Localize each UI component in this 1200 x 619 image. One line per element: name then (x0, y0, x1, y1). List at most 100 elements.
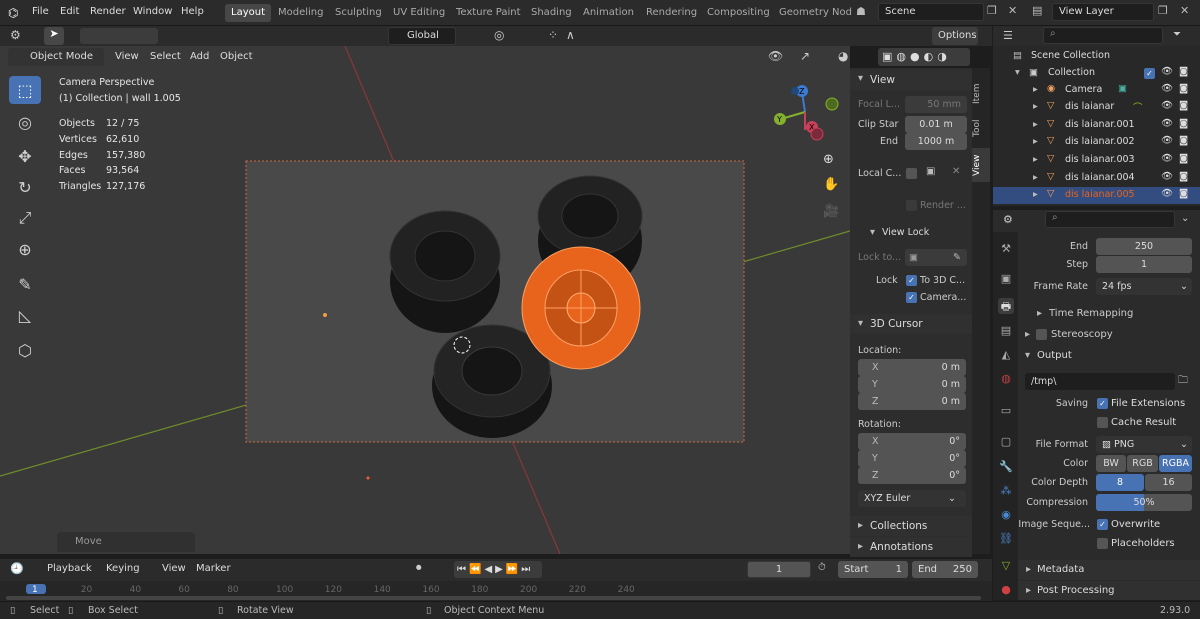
data-properties-icon[interactable]: ▽ (998, 559, 1014, 575)
gizmo-toggle-icon[interactable]: ↗ (800, 49, 810, 63)
stereoscopy-checkbox[interactable] (1036, 329, 1047, 340)
collection-properties-icon[interactable]: ▭ (998, 404, 1014, 420)
tab-layout[interactable]: Layout (225, 4, 271, 22)
color-depth-16-button[interactable]: 16 (1145, 474, 1192, 491)
output-header[interactable]: Output (1037, 350, 1072, 361)
render-camera-icon[interactable]: ◙ (1179, 118, 1188, 129)
menu-render[interactable]: Render (90, 6, 126, 17)
cursor-location-x[interactable]: X 0 m (858, 359, 966, 376)
menu-select[interactable]: Select (150, 51, 181, 62)
view-layer-selector[interactable]: View Layer (1052, 3, 1154, 21)
collapse-chevron-icon[interactable]: ▾ (1015, 67, 1020, 78)
visibility-icon[interactable]: 👁 (768, 49, 783, 63)
eye-icon[interactable]: 👁 (1161, 66, 1173, 77)
stopwatch-icon[interactable]: ⏱ (818, 562, 826, 573)
tab-uv-editing[interactable]: UV Editing (387, 4, 451, 22)
color-rgba-button[interactable]: RGBA (1159, 455, 1192, 472)
world-properties-icon[interactable]: ◍ (998, 372, 1014, 388)
render-camera-icon[interactable]: ◙ (1179, 188, 1188, 199)
snap-icon[interactable]: ⁘ (548, 28, 558, 42)
view-lock-header[interactable]: View Lock (882, 227, 929, 238)
cache-result-checkbox[interactable] (1097, 417, 1108, 428)
clip-start-field[interactable]: 0.01 m (905, 116, 967, 133)
render-camera-icon[interactable]: ◙ (1179, 100, 1188, 111)
render-camera-icon[interactable]: ◙ (1179, 135, 1188, 146)
eye-icon[interactable]: 👁 (1161, 135, 1173, 146)
metadata-section[interactable]: ▸ Metadata (1018, 560, 1200, 580)
cursor-location-z[interactable]: Z 0 m (858, 393, 966, 410)
menu-playback[interactable]: Playback (47, 563, 92, 574)
tab-item[interactable]: Item (972, 76, 990, 112)
filter-icon[interactable]: ⏷ (1173, 29, 1181, 40)
menu-object[interactable]: Object (220, 51, 253, 62)
cursor-tool-icon[interactable]: ◎ (9, 108, 41, 136)
expand-chevron-icon[interactable]: ▸ (1033, 172, 1038, 183)
menu-window[interactable]: Window (133, 6, 172, 17)
menu-help[interactable]: Help (181, 6, 204, 17)
output-path-input[interactable]: /tmp\ (1025, 373, 1175, 390)
3d-cursor-section-header[interactable]: 3D Cursor (850, 314, 972, 334)
scene-properties-icon[interactable]: ◭ (998, 348, 1014, 364)
collections-section-header[interactable]: Collections (850, 516, 972, 536)
expand-chevron-icon[interactable]: ▸ (1033, 119, 1038, 130)
color-rgb-button[interactable]: RGB (1127, 455, 1158, 472)
menu-keying[interactable]: Keying (106, 563, 140, 574)
scale-tool-icon[interactable]: ⤢ (9, 204, 41, 232)
view-layer-icon[interactable]: ▤ (1032, 4, 1042, 17)
rotation-mode-dropdown[interactable]: XYZ Euler ⌄ (858, 490, 966, 507)
outliner-item[interactable]: ▸ ▽ dis laianar.004 👁 ◙ (993, 170, 1200, 187)
color-bw-button[interactable]: BW (1096, 455, 1126, 472)
tool-properties-icon[interactable]: ⚒ (998, 242, 1014, 258)
collection-row[interactable]: ▾ ▣ Collection ✓ 👁 ◙ (993, 65, 1200, 82)
lock-to-object-field[interactable]: ▣ ✎ (905, 249, 967, 266)
menu-view[interactable]: View (115, 51, 139, 62)
tab-tool[interactable]: Tool (972, 114, 990, 142)
expand-chevron-icon[interactable]: ▸ (1033, 189, 1038, 200)
eye-icon[interactable]: 👁 (1161, 83, 1173, 94)
playback-controls[interactable]: ⏮⏪◀▶⏩⏭ (454, 561, 542, 578)
expand-chevron-icon[interactable]: ▸ (858, 541, 863, 552)
frame-end-field[interactable]: 250 (1096, 238, 1192, 255)
current-frame-field[interactable]: 1 (747, 561, 811, 578)
tab-modeling[interactable]: Modeling (272, 4, 330, 22)
transform-tool-icon[interactable]: ⊕ (9, 235, 41, 263)
cursor-location-y[interactable]: Y 0 m (858, 376, 966, 393)
expand-chevron-icon[interactable]: ▸ (1033, 136, 1038, 147)
frame-step-field[interactable]: 1 (1096, 256, 1192, 273)
outliner-search-input[interactable]: ⌕ (1043, 27, 1163, 44)
blender-logo-icon[interactable]: ⌬ (8, 6, 18, 20)
post-processing-section[interactable]: ▸ Post Processing (1018, 581, 1200, 600)
constraints-properties-icon[interactable]: ⛓ (998, 532, 1014, 548)
editor-type-icon[interactable]: ☰ (1003, 29, 1013, 42)
measure-tool-icon[interactable]: ◺ (9, 301, 41, 329)
select-box-tool-icon[interactable]: ⬚ (9, 76, 41, 104)
frame-rate-dropdown[interactable]: 24 fps ⌄ (1096, 278, 1192, 295)
expand-chevron-icon[interactable]: ▸ (1033, 154, 1038, 165)
select-tool-icon[interactable]: ➤ (44, 27, 64, 45)
start-frame-field[interactable]: Start 1 (838, 561, 908, 578)
options-dropdown[interactable]: Options (932, 27, 978, 45)
render-camera-icon[interactable]: ◙ (1179, 153, 1188, 164)
menu-marker[interactable]: Marker (196, 563, 231, 574)
editor-type-icon[interactable]: ⚙ (1003, 213, 1013, 226)
physics-properties-icon[interactable]: ◉ (998, 508, 1014, 524)
overwrite-checkbox[interactable]: ✓ (1097, 519, 1108, 530)
tab-sculpting[interactable]: Sculpting (329, 4, 388, 22)
proportional-edit-icon[interactable]: ∧ (566, 28, 575, 42)
menu-timeline-view[interactable]: View (162, 563, 186, 574)
tab-rendering[interactable]: Rendering (640, 4, 703, 22)
zoom-icon[interactable]: ⊕ (823, 152, 834, 167)
scene-selector[interactable]: Scene (878, 3, 984, 21)
time-remapping-header[interactable]: Time Remapping (1049, 308, 1133, 319)
rotate-tool-icon[interactable]: ↻ (9, 173, 41, 201)
scene-icon[interactable]: ☗ (856, 5, 866, 18)
local-camera-checkbox[interactable] (906, 168, 917, 179)
add-cube-tool-icon[interactable]: ⬡ (9, 336, 41, 364)
modifier-icon[interactable]: ⌒ (1133, 100, 1143, 114)
eye-icon[interactable]: 👁 (1161, 171, 1173, 182)
expand-chevron-icon[interactable]: ▸ (1025, 329, 1030, 340)
clear-icon[interactable]: ✕ (952, 166, 960, 177)
render-properties-icon[interactable]: ▣ (998, 272, 1014, 288)
output-properties-icon[interactable]: 🖶 (998, 298, 1014, 314)
cursor-rotation-y[interactable]: Y 0° (858, 450, 966, 467)
